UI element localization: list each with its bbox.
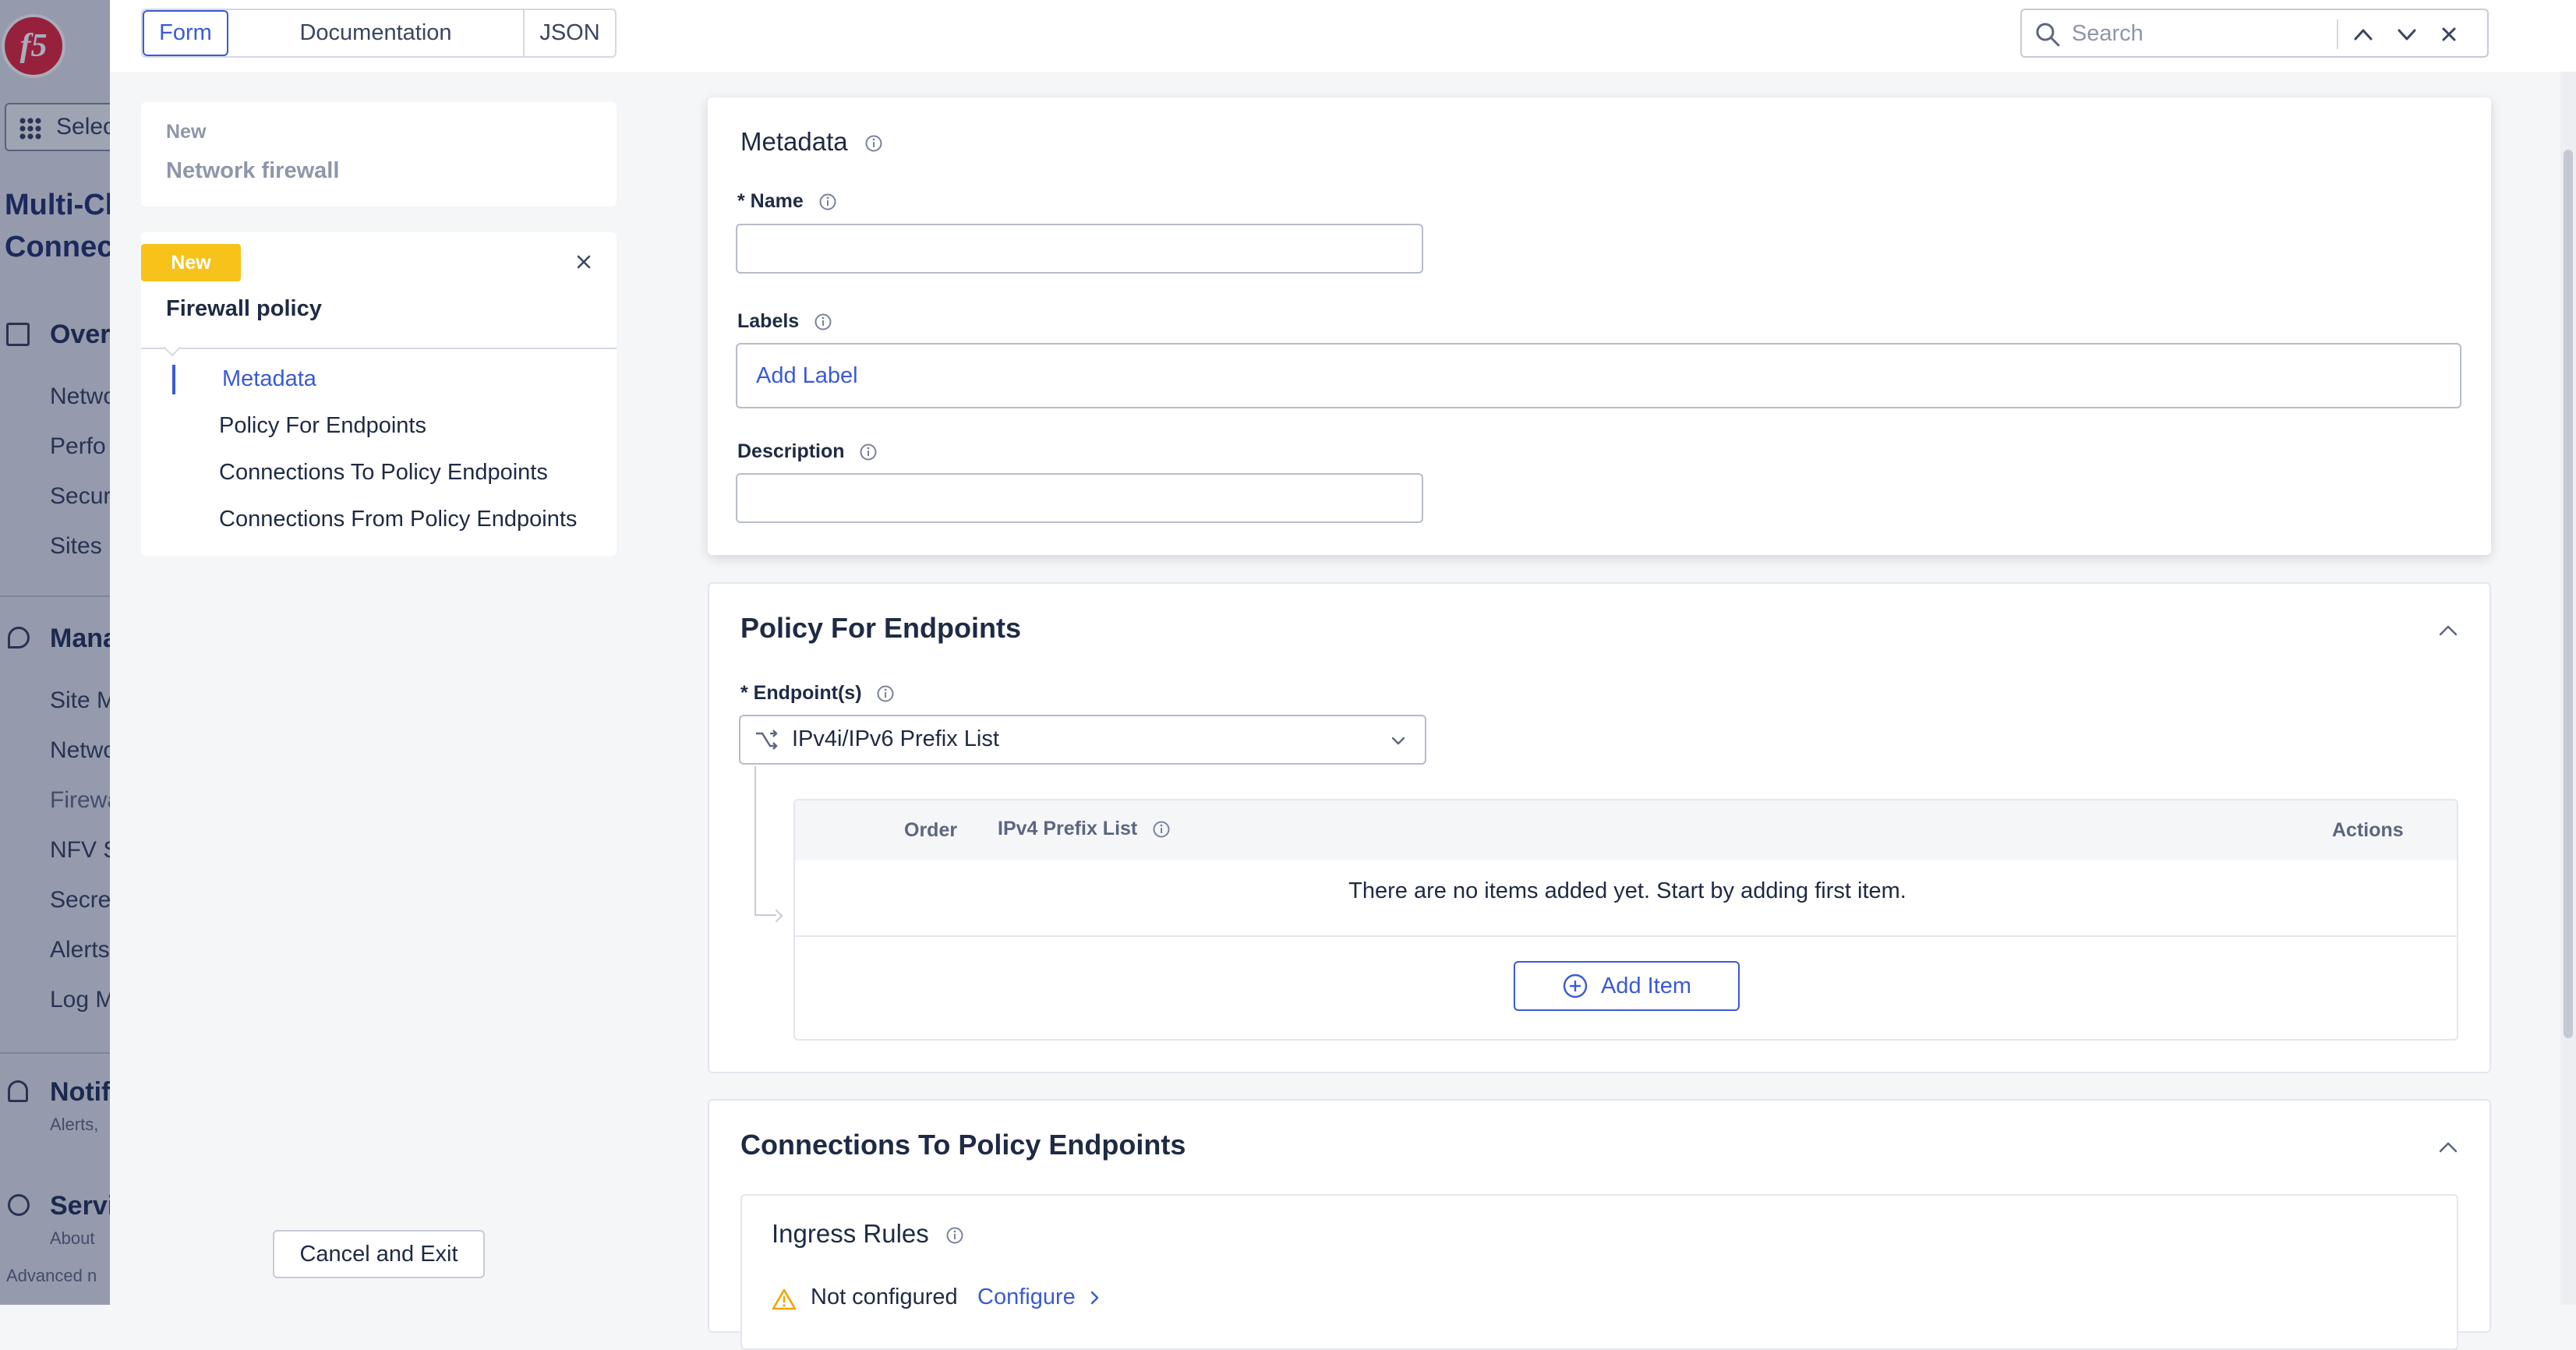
chevron-up-icon[interactable] xyxy=(2436,1136,2460,1157)
info-icon xyxy=(877,685,894,702)
name-label-text: * Name xyxy=(737,190,804,212)
new-badge: New xyxy=(141,244,241,281)
prefix-list-table: Order IPv4 Prefix List Actions There are… xyxy=(793,799,2458,1041)
divider xyxy=(795,935,2457,937)
description-input[interactable] xyxy=(737,475,1422,521)
add-item-button[interactable]: Add Item xyxy=(1514,961,1740,1011)
chevron-right-icon xyxy=(1090,1292,1099,1305)
endpoints-label-text: * Endpoint(s) xyxy=(740,682,862,704)
divider xyxy=(141,348,617,349)
route-icon xyxy=(756,730,778,750)
name-input[interactable] xyxy=(737,225,1422,272)
tab-json[interactable]: JSON xyxy=(525,10,615,56)
section-title: Metadata xyxy=(740,127,883,157)
endpoints-selected-value: IPv4i/IPv6 Prefix List xyxy=(792,726,999,751)
top-bar: Form Documentation JSON xyxy=(110,0,2576,72)
table-header: Order IPv4 Prefix List Actions xyxy=(795,800,2457,860)
labels-field-label: Labels xyxy=(737,310,832,333)
search-icon xyxy=(2036,23,2060,47)
name-field-label: * Name xyxy=(737,190,837,213)
endpoints-field-label: * Endpoint(s) xyxy=(740,682,895,705)
section-nav-policy-for-endpoints[interactable]: Policy For Endpoints xyxy=(219,413,426,439)
column-header-prefix-list: IPv4 Prefix List xyxy=(998,818,1171,840)
tab-documentation[interactable]: Documentation xyxy=(228,10,525,56)
tab-form[interactable]: Form xyxy=(143,10,228,56)
nav-active-indicator xyxy=(172,365,175,394)
labels-field xyxy=(736,343,2461,408)
ingress-rules-title: Ingress Rules xyxy=(772,1219,964,1249)
modal-overlay xyxy=(0,0,110,1305)
metadata-section: Metadata * Name Labels Description xyxy=(708,97,2491,555)
firewall-policy-drawer: Form Documentation JSON New Ne xyxy=(110,0,2576,1350)
chevron-down-icon xyxy=(1391,737,1405,745)
add-label-input[interactable] xyxy=(737,345,2460,407)
section-nav-connections-to[interactable]: Connections To Policy Endpoints xyxy=(219,460,548,486)
add-item-label: Add Item xyxy=(1600,973,1692,998)
description-field-label: Description xyxy=(737,440,878,463)
close-icon[interactable] xyxy=(574,253,593,271)
metadata-title: Metadata xyxy=(740,127,848,156)
info-icon xyxy=(819,193,836,210)
prefix-list-header-text: IPv4 Prefix List xyxy=(998,818,1138,839)
name-field xyxy=(736,224,1423,274)
description-field xyxy=(736,473,1423,523)
table-empty-message: There are no items added yet. Start by a… xyxy=(1348,878,1906,903)
configure-link-text: Configure xyxy=(977,1285,1076,1309)
policy-section-title: Policy For Endpoints xyxy=(740,612,1022,644)
chevron-down-icon[interactable] xyxy=(2396,24,2418,44)
info-icon xyxy=(946,1227,963,1244)
section-nav-connections-from[interactable]: Connections From Policy Endpoints xyxy=(219,507,577,532)
info-icon xyxy=(860,444,877,461)
info-icon xyxy=(865,135,882,152)
background-app: f5 Select Multi-Cl Connec Over Netwo Per… xyxy=(0,0,110,1305)
divider-notch xyxy=(163,338,182,357)
search-box xyxy=(2020,9,2489,58)
column-header-actions: Actions xyxy=(2332,819,2404,841)
view-tabs: Form Documentation JSON xyxy=(141,9,617,58)
tree-connector xyxy=(754,766,776,916)
section-nav-metadata[interactable]: Metadata xyxy=(222,366,316,392)
labels-label-text: Labels xyxy=(737,310,800,332)
scrollbar-thumb[interactable] xyxy=(2564,150,2573,1038)
configure-link[interactable]: Configure xyxy=(977,1285,1102,1310)
current-object-title: Firewall policy xyxy=(166,296,322,321)
breadcrumb-title: Network firewall xyxy=(166,158,340,183)
cancel-and-exit-button[interactable]: Cancel and Exit xyxy=(273,1230,485,1278)
search-divider xyxy=(2337,19,2338,49)
breadcrumb-card[interactable]: New Network firewall xyxy=(141,102,617,207)
policy-for-endpoints-section: Policy For Endpoints * Endpoint(s) IPv4i… xyxy=(708,582,2491,1073)
chevron-up-icon[interactable] xyxy=(2352,24,2374,44)
close-icon[interactable] xyxy=(2440,25,2458,44)
plus-circle-icon xyxy=(1563,974,1588,998)
breadcrumb-badge: New xyxy=(166,121,207,143)
column-header-order: Order xyxy=(904,819,958,841)
ingress-rules-card: Ingress Rules Not configured Configure xyxy=(740,1194,2458,1350)
scrollbar[interactable] xyxy=(2560,72,2576,1305)
info-icon xyxy=(1153,821,1170,838)
connections-section-title: Connections To Policy Endpoints xyxy=(740,1129,1186,1161)
connections-to-policy-endpoints-section: Connections To Policy Endpoints Ingress … xyxy=(708,1099,2491,1350)
ingress-title-text: Ingress Rules xyxy=(772,1219,929,1248)
current-object-card: New Firewall policy Metadata Policy For … xyxy=(141,232,617,556)
ingress-status: Not configured xyxy=(811,1285,958,1309)
chevron-up-icon[interactable] xyxy=(2436,620,2460,640)
endpoints-select[interactable]: IPv4i/IPv6 Prefix List xyxy=(739,715,1426,765)
description-label-text: Description xyxy=(737,440,845,462)
warning-icon xyxy=(772,1288,797,1310)
info-icon xyxy=(814,313,832,330)
search-input[interactable] xyxy=(2070,18,2327,49)
